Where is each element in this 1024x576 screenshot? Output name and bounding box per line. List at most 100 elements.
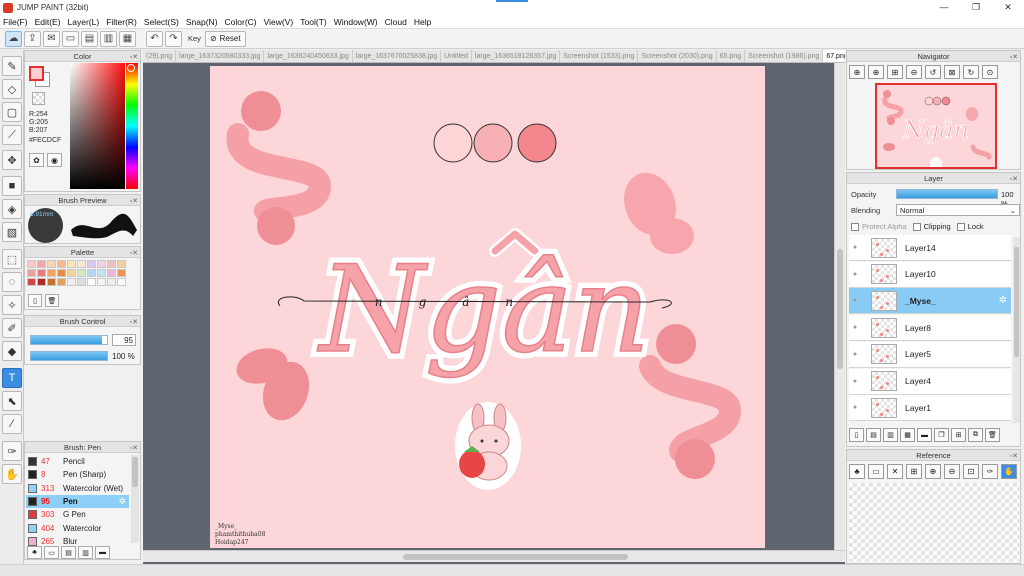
reference-zoom-out-icon[interactable]: ⊖ [944,464,960,479]
rect-select-tool-icon[interactable]: ⬚ [2,249,22,269]
document-tab[interactable]: 65.png [717,50,746,62]
reference-zoom-in-icon[interactable]: ⊕ [925,464,941,479]
panel-controls-icon[interactable]: ▫✕ [130,248,138,259]
panel-controls-icon[interactable]: ▫✕ [130,196,138,207]
artboard[interactable]: Ngân Ngân ngân _Myse_ phamthithuha08 Hoi… [210,66,765,548]
menu-file[interactable]: File(F) [3,17,28,27]
reference-hand-icon[interactable]: ✋ [1001,464,1017,479]
gear-icon[interactable]: ✲ [118,496,126,507]
reset-view-icon[interactable]: ⊙ [982,65,998,79]
panel-controls-icon[interactable]: ▫✕ [130,317,138,328]
menu-color[interactable]: Color(C) [225,17,257,27]
reference-canvas[interactable] [849,483,1019,561]
new-layer-icon[interactable]: ▯ [849,428,864,442]
menu-edit[interactable]: Edit(E) [35,17,61,27]
document-tab[interactable]: large_1638240450633.jpg [264,50,353,62]
zoom-in-icon[interactable]: ⊕ [868,65,884,79]
blending-select[interactable]: Normal ⌄ [896,204,1020,216]
brush-item[interactable]: 95 Pen ✲ [26,494,129,508]
palette-swatch[interactable] [87,278,96,286]
brush-item[interactable]: 8 Pen (Sharp) [26,468,129,481]
brush-size-slider[interactable] [30,335,108,345]
palette-swatch[interactable] [57,278,66,286]
delete-layer-icon[interactable]: 🗑 [985,428,1000,442]
reference-tree-icon[interactable]: ♣ [849,464,865,479]
lasso-tool-icon[interactable]: ◌ [2,272,22,292]
reference-open-icon[interactable]: ▭ [868,464,884,479]
reference-eyedropper-icon[interactable]: ✑ [982,464,998,479]
panel-controls-icon[interactable]: ▫✕ [1010,174,1018,185]
menu-window[interactable]: Window(W) [334,17,378,27]
palette-swatch[interactable] [27,278,36,286]
layer-row[interactable]: ● Layer14 [849,235,1011,261]
brush-copy-icon[interactable]: ▥ [78,546,93,559]
palette-swatch[interactable] [87,269,96,277]
menu-help[interactable]: Help [414,17,431,27]
document-tab[interactable]: Screenshot (2030).png [638,50,717,62]
flip-icon[interactable]: ⊠ [944,65,960,79]
brush-item[interactable]: 303 G Pen [26,508,129,521]
document-tab[interactable]: Screenshot (1986).png [745,50,824,62]
palette-swatch[interactable] [47,278,56,286]
print-icon[interactable]: ▭ [62,30,79,47]
document-tab[interactable]: large_1637320580333.jpg [176,50,265,62]
visibility-icon[interactable]: ● [849,324,861,331]
palette-swatch[interactable] [47,260,56,268]
palette-swatch[interactable] [107,269,116,277]
layer-opacity-slider[interactable] [896,189,998,199]
brush-opacity-slider[interactable] [30,351,108,361]
rotate-right-icon[interactable]: ↻ [963,65,979,79]
operation-tool-icon[interactable]: ⬉ [2,391,22,411]
reset-button[interactable]: ⊘ Reset [204,30,246,47]
select-pen-tool-icon[interactable]: ✐ [2,318,22,338]
palette-swatch[interactable] [107,278,116,286]
protect-alpha-checkbox[interactable]: Protect Alpha [851,222,907,232]
reference-fit-icon[interactable]: ⊞ [906,464,922,479]
line-tool-icon[interactable]: ⟋ [2,125,22,145]
layer-settings-icon[interactable]: ⧉ [968,428,983,442]
document-tab[interactable]: (29).png [143,50,177,62]
dropper-tool-icon[interactable]: ✑ [2,441,22,461]
menu-filter[interactable]: Filter(R) [106,17,137,27]
menu-select[interactable]: Select(S) [144,17,179,27]
layer-row[interactable]: ● Layer10 [849,261,1011,288]
palette-swatch[interactable] [37,269,46,277]
menu-tool[interactable]: Tool(T) [300,17,326,27]
move-tool-icon[interactable]: ✥ [2,150,22,170]
comment-icon[interactable]: ✉ [43,30,60,47]
brush-tool-icon[interactable]: ✎ [2,56,22,76]
palette-swatch[interactable] [97,278,106,286]
document-icon[interactable]: ▤ [81,30,98,47]
merge-layer-icon[interactable]: ⊞ [951,428,966,442]
document-tab[interactable]: large_1636518128357.jpg [472,50,561,62]
palette-swatch[interactable] [37,260,46,268]
lock-checkbox[interactable]: Lock [956,222,984,232]
redo-icon[interactable]: ↷ [165,30,182,47]
cloud-icon[interactable]: ☁ [5,30,22,47]
brush-folder-icon[interactable]: ▭ [44,546,59,559]
palette-swatch[interactable] [27,269,36,277]
palette-swatch[interactable] [117,260,126,268]
visibility-icon[interactable]: ● [849,244,861,251]
new-palette-icon[interactable]: ▯ [28,294,42,307]
palette-swatch[interactable] [57,269,66,277]
palette-swatch[interactable] [37,278,46,286]
undo-icon[interactable]: ↶ [146,30,163,47]
navigator-thumbnail[interactable]: Ngân [875,83,997,169]
menu-layer[interactable]: Layer(L) [68,17,100,27]
menu-cloud[interactable]: Cloud [385,17,407,27]
panel-controls-icon[interactable]: ▫✕ [1010,451,1018,462]
layer-row[interactable]: ● Layer4 [849,368,1011,395]
document-tab[interactable]: Untitled [441,50,472,62]
clipping-checkbox[interactable]: Clipping [912,222,951,232]
hue-slider[interactable] [126,63,138,189]
palette-swatch[interactable] [77,269,86,277]
visibility-icon[interactable]: ● [849,378,861,385]
menu-view[interactable]: View(V) [264,17,294,27]
gradient-tool-icon[interactable]: ▧ [2,222,22,242]
saturation-value-field[interactable] [70,63,125,189]
layer-row[interactable]: ● Layer5 [849,341,1011,368]
brush-item[interactable]: 47 Pencil [26,455,129,468]
zoom-actual-icon[interactable]: ⊞ [887,65,903,79]
palette-swatch[interactable] [77,278,86,286]
